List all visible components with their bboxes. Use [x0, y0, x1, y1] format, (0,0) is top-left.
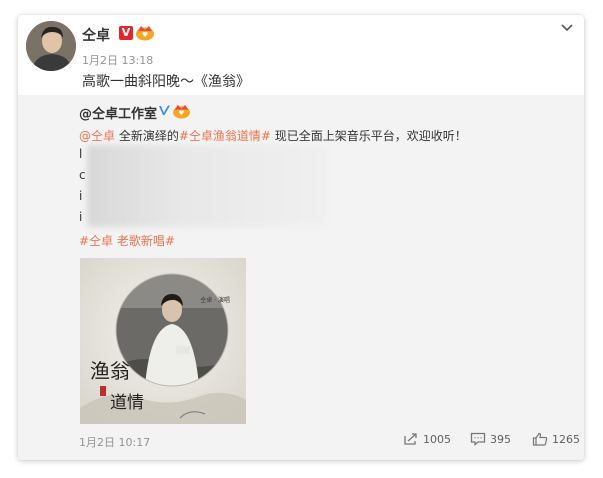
hashtag-line: #仝卓 老歌新唱#: [79, 232, 175, 249]
blurred-line: c: [79, 168, 86, 182]
thumbs-up-icon: [532, 432, 548, 446]
album-cover-image[interactable]: 渔翁 道情 仝卓 · 演唱: [80, 258, 246, 424]
album-caption: 仝卓 · 演唱: [200, 296, 230, 304]
repost-author-name[interactable]: @仝卓工作室: [79, 103, 157, 122]
blurred-line: l: [79, 147, 83, 161]
repost-text-b: 现已全面上架音乐平台，欢迎收听！: [270, 129, 467, 143]
repost-count: 1005: [423, 432, 451, 446]
vip-crown-icon: ♥: [173, 104, 190, 119]
album-title-b: 道情: [110, 393, 144, 413]
avatar[interactable]: [26, 21, 76, 71]
repost-text: @仝卓 全新演绎的#仝卓渔翁道情# 现已全面上架音乐平台，欢迎收听！: [79, 127, 467, 144]
comment-button[interactable]: 395: [470, 432, 511, 446]
repost-text-a: 全新演绎的: [115, 129, 179, 143]
mention-link[interactable]: @仝卓: [79, 129, 115, 143]
verified-badge-icon: V: [119, 26, 133, 40]
chevron-down-icon[interactable]: [560, 23, 574, 33]
verified-v-icon: [159, 105, 170, 115]
repost-button[interactable]: 1005: [403, 432, 451, 446]
hashtag-link[interactable]: #仝卓 老歌新唱#: [79, 234, 175, 248]
comment-icon: [470, 432, 486, 446]
repost-icon: [404, 433, 417, 445]
vip-crown-icon: ♥: [136, 26, 154, 41]
like-count: 1265: [552, 432, 580, 446]
blurred-line: i: [79, 210, 83, 224]
topic-link[interactable]: #仝卓渔翁道情#: [179, 129, 271, 143]
album-title-a: 渔翁: [90, 359, 130, 383]
blurred-content: [87, 145, 327, 227]
like-button[interactable]: 1265: [532, 432, 580, 446]
author-name[interactable]: 仝卓: [82, 25, 110, 45]
repost-timestamp[interactable]: 1月2日 10:17: [79, 434, 150, 450]
comment-count: 395: [490, 432, 511, 446]
blurred-line: i: [79, 189, 83, 203]
svg-text:♥: ♥: [179, 109, 185, 117]
post-text: 高歌一曲斜阳晚～《渔翁》: [82, 74, 250, 90]
post-timestamp[interactable]: 1月2日 13:18: [82, 52, 153, 68]
weibo-post-card: 仝卓 V ♥ 1月2日 13:18 高歌一曲斜阳晚～《渔翁》 @仝卓工作室 ♥ …: [18, 15, 584, 460]
repost-block: @仝卓工作室 ♥ @仝卓 全新演绎的#仝卓渔翁道情# 现已全面上架音乐平台，欢迎…: [18, 95, 584, 460]
svg-text:♥: ♥: [142, 31, 148, 39]
